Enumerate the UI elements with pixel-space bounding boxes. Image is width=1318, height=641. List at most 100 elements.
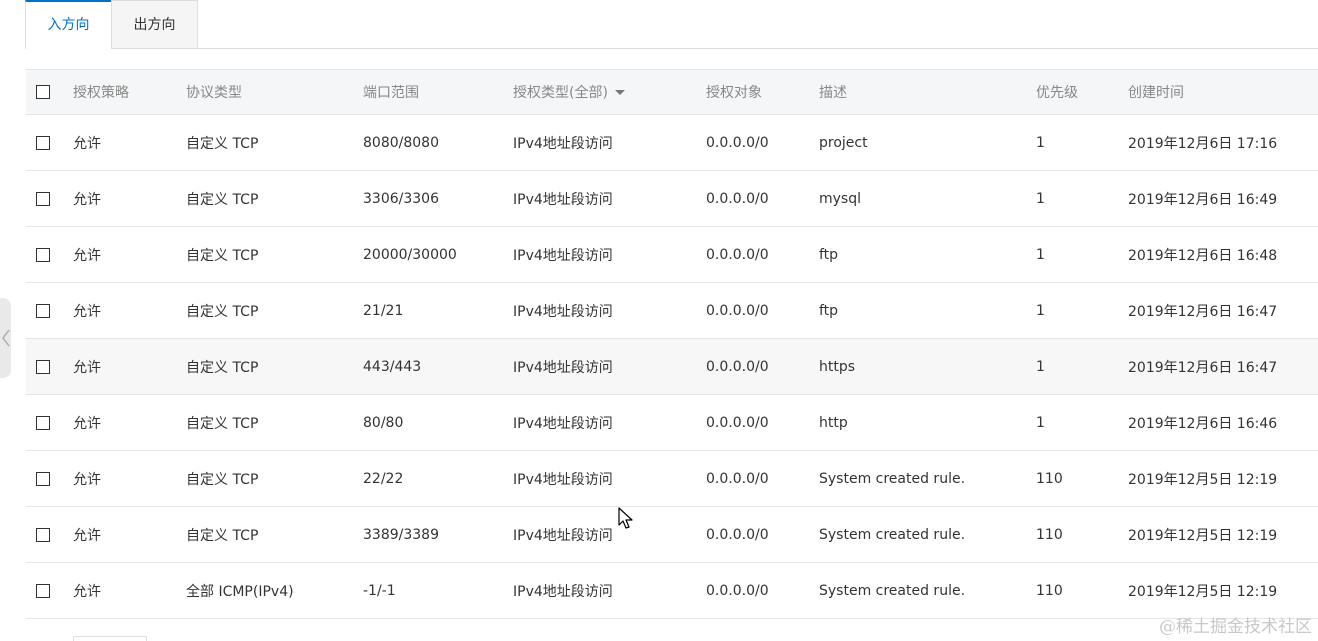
cell-priority: 110 [1036,470,1063,487]
cell-created: 2019年12月5日 12:19 [1128,527,1278,544]
cell-description: mysql [819,190,861,207]
cell-port: 3389/3389 [363,526,439,543]
cell-created: 2019年12月6日 16:47 [1128,303,1278,320]
row-select-cell [36,507,50,562]
row-checkbox[interactable] [36,415,50,430]
security-group-rules-page: 入方向 出方向 授权策略 协议类型 端口范围 授权类型(全部) 授权对象 描述 … [0,0,1318,641]
row-select-cell [36,115,50,170]
cell-created: 2019年12月6日 16:49 [1128,191,1278,208]
cell-port: 80/80 [363,414,404,431]
chevron-left-icon [2,329,10,347]
table-row-hovered: 允许 自定义 TCP 443/443 IPv4地址段访问 0.0.0.0/0 h… [26,339,1318,395]
row-select-cell [36,451,50,506]
caret-down-icon [614,89,625,95]
cell-object: 0.0.0.0/0 [706,582,769,599]
cell-description: ftp [819,302,839,319]
table-row: 允许 自定义 TCP 3306/3306 IPv4地址段访问 0.0.0.0/0… [26,171,1318,227]
row-checkbox[interactable] [36,135,50,150]
table-row: 允许 自定义 TCP 80/80 IPv4地址段访问 0.0.0.0/0 htt… [26,395,1318,451]
tab-outbound[interactable]: 出方向 [111,0,198,48]
cell-port: -1/-1 [363,582,396,599]
table-header: 授权策略 协议类型 端口范围 授权类型(全部) 授权对象 描述 优先级 创建时间 [26,70,1318,115]
select-all-cell [36,70,50,114]
cell-priority: 1 [1036,302,1045,319]
column-header-description: 描述 [819,85,847,101]
cell-description: https [819,358,856,375]
cell-object: 0.0.0.0/0 [706,470,769,487]
row-select-cell [36,339,50,394]
row-checkbox[interactable] [36,303,50,318]
cell-policy: 允许 [73,527,101,544]
cell-auth-type: IPv4地址段访问 [513,135,613,152]
cell-created: 2019年12月5日 12:19 [1128,471,1278,488]
table-row: 允许 全部 ICMP(IPv4) -1/-1 IPv4地址段访问 0.0.0.0… [26,563,1318,619]
cell-priority: 1 [1036,414,1045,431]
cell-policy: 允许 [73,359,101,376]
column-header-object: 授权对象 [706,85,762,101]
row-select-cell [36,395,50,450]
cell-protocol: 自定义 TCP [186,527,259,544]
cell-protocol: 自定义 TCP [186,415,259,432]
cell-description: System created rule. [819,470,966,487]
cell-policy: 允许 [73,471,101,488]
cell-object: 0.0.0.0/0 [706,302,769,319]
sidebar-collapse-handle[interactable] [0,298,11,378]
cell-port: 443/443 [363,358,422,375]
table-row: 允许 自定义 TCP 8080/8080 IPv4地址段访问 0.0.0.0/0… [26,115,1318,171]
cell-protocol: 自定义 TCP [186,247,259,264]
cell-object: 0.0.0.0/0 [706,246,769,263]
row-select-cell [36,563,50,618]
table-row: 允许 自定义 TCP 20000/30000 IPv4地址段访问 0.0.0.0… [26,227,1318,283]
row-checkbox[interactable] [36,583,50,598]
row-select-cell [36,227,50,282]
cell-policy: 允许 [73,247,101,264]
direction-tabs: 入方向 出方向 [25,0,1318,49]
cell-auth-type: IPv4地址段访问 [513,415,613,432]
column-header-port: 端口范围 [363,85,419,101]
column-header-auth-type-filter[interactable]: 授权类型(全部) [513,70,625,114]
cell-priority: 110 [1036,582,1063,599]
cell-port: 20000/30000 [363,246,457,263]
select-all-checkbox[interactable] [36,85,50,99]
column-header-policy: 授权策略 [73,85,129,101]
cell-auth-type: IPv4地址段访问 [513,471,613,488]
cell-created: 2019年12月6日 17:16 [1128,135,1278,152]
cell-priority: 1 [1036,190,1045,207]
cell-protocol: 自定义 TCP [186,471,259,488]
column-header-priority: 优先级 [1036,85,1078,101]
cell-object: 0.0.0.0/0 [706,190,769,207]
cell-protocol: 全部 ICMP(IPv4) [186,583,294,600]
cell-port: 22/22 [363,470,404,487]
cell-description: System created rule. [819,582,966,599]
cell-protocol: 自定义 TCP [186,303,259,320]
auth-type-filter-label: 授权类型(全部) [513,85,608,101]
cell-created: 2019年12月6日 16:47 [1128,359,1278,376]
cell-policy: 允许 [73,415,101,432]
cell-object: 0.0.0.0/0 [706,414,769,431]
cell-port: 3306/3306 [363,190,439,207]
cell-priority: 1 [1036,358,1045,375]
cell-object: 0.0.0.0/0 [706,358,769,375]
cell-policy: 允许 [73,583,101,600]
mouse-pointer-icon [618,507,633,529]
cell-description: System created rule. [819,526,966,543]
cell-port: 8080/8080 [363,134,439,151]
cell-description: project [819,134,868,151]
cell-priority: 1 [1036,134,1045,151]
cell-auth-type: IPv4地址段访问 [513,527,613,544]
row-checkbox[interactable] [36,191,50,206]
row-checkbox[interactable] [36,359,50,374]
cell-protocol: 自定义 TCP [186,191,259,208]
row-checkbox[interactable] [36,247,50,262]
cell-created: 2019年12月6日 16:48 [1128,247,1278,264]
table-row: 允许 自定义 TCP 22/22 IPv4地址段访问 0.0.0.0/0 Sys… [26,451,1318,507]
row-checkbox[interactable] [36,471,50,486]
cell-object: 0.0.0.0/0 [706,526,769,543]
cell-protocol: 自定义 TCP [186,359,259,376]
cell-policy: 允许 [73,303,101,320]
footer-action-button[interactable] [73,636,147,641]
cell-auth-type: IPv4地址段访问 [513,583,613,600]
row-checkbox[interactable] [36,527,50,542]
tab-inbound[interactable]: 入方向 [25,0,112,49]
cell-object: 0.0.0.0/0 [706,134,769,151]
